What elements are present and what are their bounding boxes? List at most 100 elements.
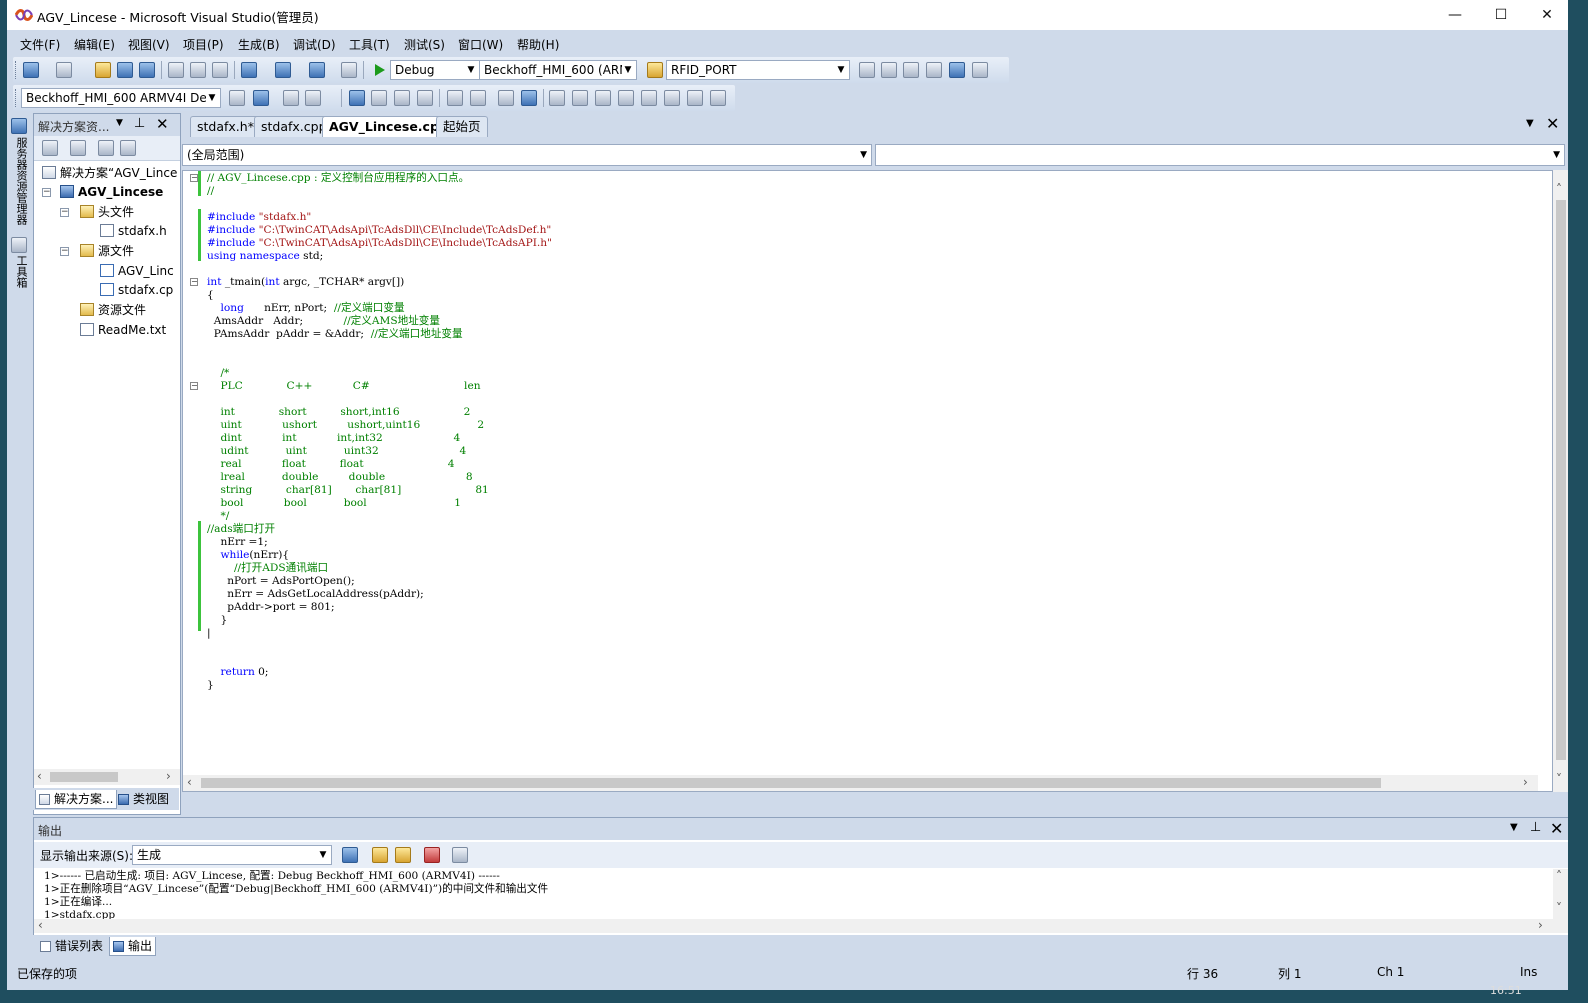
solution-configuration-select[interactable]: Debug ▼ — [390, 60, 480, 80]
properties-icon[interactable] — [42, 140, 58, 156]
tab-output[interactable]: 输出 — [109, 937, 157, 956]
tree-item-stdafx-h[interactable]: stdafx.h — [100, 222, 167, 240]
undo-icon[interactable] — [241, 62, 257, 78]
member-select[interactable]: ▼ — [875, 144, 1565, 166]
cursor-icon[interactable] — [394, 90, 410, 106]
target-device-select[interactable]: Beckhoff_HMI_600 ARMV4I De ▼ — [21, 88, 221, 108]
output-vscrollbar[interactable]: ˄ ˅ — [1553, 869, 1568, 919]
start-page-icon[interactable] — [949, 62, 965, 78]
chevron-up-icon[interactable]: ˄ — [1556, 182, 1562, 196]
chevron-up-icon[interactable]: ˄ — [1556, 869, 1562, 883]
toolbox-tab[interactable]: 工具箱 — [11, 255, 29, 295]
previous-bookmark-folder-icon[interactable] — [618, 90, 634, 106]
menu-window[interactable]: 窗口(W) — [458, 36, 503, 53]
next-bookmark-folder-icon[interactable] — [641, 90, 657, 106]
chevron-left-icon[interactable]: ‹ — [38, 918, 43, 932]
collapse-icon[interactable]: − — [60, 208, 69, 217]
add-item-icon[interactable] — [56, 62, 72, 78]
previous-bookmark-icon[interactable] — [572, 90, 588, 106]
solution-explorer-icon[interactable] — [859, 62, 875, 78]
redo-icon[interactable] — [275, 62, 291, 78]
output-hscrollbar[interactable]: ‹ › — [34, 918, 1568, 933]
pin-icon[interactable]: ⊥ — [134, 116, 145, 131]
menu-file[interactable]: 文件(F) — [20, 36, 60, 53]
previous-message-icon[interactable] — [372, 847, 388, 863]
toolbar-grip[interactable] — [15, 89, 19, 107]
scroll-thumb[interactable] — [50, 772, 118, 782]
text-format-icon[interactable] — [417, 90, 433, 106]
close-icon[interactable]: ✕ — [1550, 819, 1563, 838]
find-in-files-icon[interactable] — [647, 62, 663, 78]
view-class-diagram-icon[interactable] — [120, 140, 136, 156]
tree-item-source-files[interactable]: 源文件 — [80, 242, 134, 260]
start-debugging-icon[interactable] — [375, 64, 385, 76]
format-icon[interactable] — [349, 90, 365, 106]
tree-item-resource-files[interactable]: 资源文件 — [80, 301, 146, 319]
comment-lines-icon[interactable] — [498, 90, 514, 106]
fold-toggle-icon[interactable]: − — [190, 174, 198, 182]
tab-class-view[interactable]: 类视图 — [115, 790, 172, 808]
clear-bookmarks-icon[interactable] — [710, 90, 726, 106]
tree-item-readme[interactable]: ReadMe.txt — [80, 321, 166, 339]
device-options-icon[interactable] — [253, 90, 269, 106]
find-message-icon[interactable] — [342, 847, 358, 863]
chevron-right-icon[interactable]: › — [1538, 918, 1543, 932]
next-bookmark-document-icon[interactable] — [687, 90, 703, 106]
object-browser-icon[interactable] — [903, 62, 919, 78]
output-text[interactable]: 1>------ 已启动生成: 项目: AGV_Lincese, 配置: Deb… — [34, 869, 1553, 919]
scope-select[interactable]: (全局范围) ▼ — [182, 144, 872, 166]
menu-project[interactable]: 项目(P) — [183, 36, 224, 53]
chevron-down-icon[interactable]: ▼ — [116, 118, 123, 128]
tree-item-project[interactable]: AGV_Lincese — [60, 183, 163, 201]
scroll-thumb[interactable] — [1556, 200, 1566, 760]
uncomment-lines-icon[interactable] — [521, 90, 537, 106]
tab-list-dropdown-icon[interactable]: ▼ — [1526, 118, 1534, 129]
tab-start-page[interactable]: 起始页 — [436, 116, 488, 137]
cut-icon[interactable] — [168, 62, 184, 78]
align-icon[interactable] — [371, 90, 387, 106]
navigate-forward-icon[interactable] — [341, 62, 357, 78]
maximize-button[interactable]: ☐ — [1478, 0, 1524, 30]
solution-platform-select[interactable]: Beckhoff_HMI_600 (ARN ▼ — [479, 60, 637, 80]
save-all-icon[interactable] — [139, 62, 155, 78]
find-combo[interactable]: RFID_PORT ▼ — [666, 60, 850, 80]
tab-error-list[interactable]: 错误列表 — [37, 937, 106, 955]
new-project-icon[interactable] — [23, 62, 39, 78]
command-window-icon[interactable] — [972, 62, 988, 78]
close-document-icon[interactable]: ✕ — [1546, 114, 1559, 133]
pin-icon[interactable]: ⊥ — [1530, 820, 1541, 835]
open-file-icon[interactable] — [95, 62, 111, 78]
chevron-down-icon[interactable]: ˅ — [1556, 901, 1562, 915]
menu-tools[interactable]: 工具(T) — [349, 36, 390, 53]
menu-build[interactable]: 生成(B) — [238, 36, 280, 53]
collapse-icon[interactable]: − — [60, 247, 69, 256]
toolbox-icon[interactable] — [11, 237, 27, 253]
close-icon[interactable]: ✕ — [156, 115, 169, 133]
editor-hscrollbar[interactable]: ‹ › — [183, 775, 1538, 791]
connect-device-icon[interactable] — [229, 90, 245, 106]
chevron-left-icon[interactable]: ‹ — [187, 775, 192, 789]
solution-explorer-hscrollbar[interactable]: ‹ › — [34, 769, 180, 785]
menu-edit[interactable]: 编辑(E) — [74, 36, 115, 53]
tree-item-agv-lincese-cpp[interactable]: AGV_Linc — [100, 262, 180, 280]
minimize-button[interactable]: — — [1432, 0, 1478, 30]
chevron-down-icon[interactable]: ˅ — [1556, 772, 1562, 786]
server-explorer-tab[interactable]: 服务器资源管理器 — [11, 137, 29, 232]
close-button[interactable]: ✕ — [1524, 0, 1568, 30]
font-style-icon[interactable] — [305, 90, 321, 106]
chevron-left-icon[interactable]: ‹ — [37, 769, 42, 783]
navigate-backward-icon[interactable] — [309, 62, 325, 78]
fold-toggle-icon[interactable]: − — [190, 278, 198, 286]
menu-debug[interactable]: 调试(D) — [293, 36, 336, 53]
clear-all-icon[interactable] — [424, 847, 440, 863]
paste-icon[interactable] — [212, 62, 228, 78]
menu-view[interactable]: 视图(V) — [128, 36, 170, 53]
tree-item-solution[interactable]: 解决方案“AGV_Lince — [42, 164, 177, 182]
chevron-right-icon[interactable]: › — [1523, 775, 1528, 789]
chevron-down-icon[interactable]: ▼ — [1510, 822, 1518, 833]
tab-solution-explorer[interactable]: 解决方案... — [35, 790, 118, 809]
code-editor[interactable]: − − − // AGV_Lincese.cpp : 定义控制台应用程序的入口点… — [182, 170, 1553, 792]
previous-bookmark-document-icon[interactable] — [664, 90, 680, 106]
menu-test[interactable]: 测试(S) — [404, 36, 445, 53]
toggle-bookmark-icon[interactable] — [549, 90, 565, 106]
